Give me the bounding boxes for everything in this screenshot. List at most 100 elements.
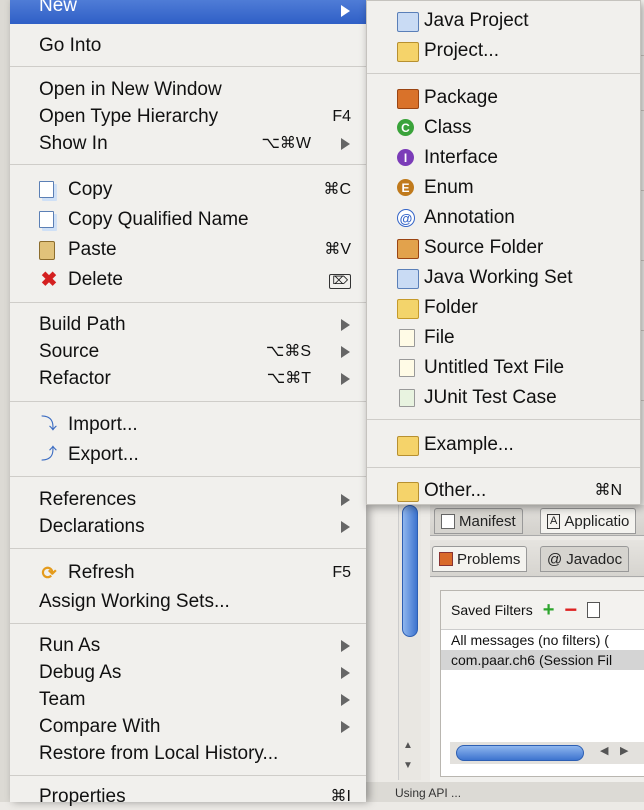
- submenu-item-package[interactable]: Package: [367, 84, 640, 112]
- context-menu: New Go Into Open in New Window Open Type…: [10, 0, 366, 807]
- enum-icon: E: [397, 179, 414, 196]
- add-filter-icon[interactable]: +: [543, 600, 555, 620]
- vertical-scrollbar[interactable]: ▲ ▼: [398, 505, 421, 780]
- menu-item-show-in[interactable]: Show In ⌥⌘W: [10, 131, 366, 157]
- working-set-icon: [397, 269, 419, 289]
- junit-icon: [399, 389, 415, 407]
- scroll-right-icon[interactable]: ▶: [620, 744, 628, 757]
- remove-filter-icon[interactable]: −: [564, 599, 577, 621]
- menu-item-debug-as[interactable]: Debug As: [10, 660, 366, 686]
- submenu-arrow-icon: [341, 5, 350, 17]
- submenu-arrow-icon: [341, 667, 350, 679]
- at-sign-icon: @: [547, 550, 563, 568]
- horizontal-scrollbar[interactable]: ◀ ▶: [450, 742, 644, 764]
- tab-manifest[interactable]: Manifest: [434, 508, 523, 534]
- separator: [10, 548, 366, 549]
- project-icon: [397, 42, 419, 62]
- submenu-item-interface[interactable]: I Interface: [367, 144, 640, 172]
- application-icon: A: [547, 513, 561, 529]
- shortcut: ⌥⌘W: [261, 135, 311, 152]
- menu-item-delete[interactable]: ✖ Delete ⌦: [10, 267, 366, 293]
- import-icon: ⤵: [40, 416, 57, 433]
- tab-problems[interactable]: Problems: [432, 546, 528, 572]
- menu-item-references[interactable]: References: [10, 487, 366, 513]
- submenu-item-example[interactable]: Example...: [367, 431, 640, 459]
- separator: [367, 419, 640, 420]
- menu-item-assign-working-sets[interactable]: Assign Working Sets...: [10, 589, 366, 615]
- separator: [10, 66, 366, 67]
- refresh-icon: ⟳: [41, 563, 57, 583]
- submenu-item-junit-test-case[interactable]: JUnit Test Case: [367, 384, 640, 412]
- shortcut: ⌘N: [594, 482, 622, 499]
- paste-icon: [39, 241, 55, 260]
- filter-row-all[interactable]: All messages (no filters) (: [441, 630, 644, 650]
- menu-item-properties[interactable]: Properties ⌘I: [10, 784, 366, 810]
- separator: [10, 775, 366, 776]
- menu-item-export[interactable]: ⤴ Export...: [10, 442, 366, 468]
- submenu-item-enum[interactable]: E Enum: [367, 174, 640, 202]
- submenu-arrow-icon: [341, 640, 350, 652]
- shortcut: ⌘I: [330, 788, 351, 805]
- horizontal-scroll-thumb[interactable]: [456, 745, 584, 761]
- saved-filters-header: Saved Filters + −: [441, 591, 644, 630]
- scroll-left-icon[interactable]: ◀: [600, 744, 608, 757]
- shortcut: ⌘C: [323, 181, 351, 198]
- problems-icon: [439, 552, 453, 566]
- shortcut: ⌥⌘S: [265, 343, 311, 360]
- scroll-up-icon[interactable]: ▲: [403, 740, 413, 751]
- submenu-arrow-icon: [341, 138, 350, 150]
- delete-icon: ✖: [40, 269, 58, 291]
- filter-row-session[interactable]: com.paar.ch6 (Session Fil: [441, 650, 644, 670]
- class-icon: C: [397, 119, 414, 136]
- menu-item-refresh[interactable]: ⟳ Refresh F5: [10, 560, 366, 586]
- java-project-icon: [397, 12, 419, 32]
- menu-item-paste[interactable]: Paste ⌘V: [10, 237, 366, 263]
- submenu-item-annotation[interactable]: @ Annotation: [367, 204, 640, 232]
- submenu-item-file[interactable]: File: [367, 324, 640, 352]
- new-submenu: Java Project Project... Package C Class …: [366, 0, 641, 505]
- submenu-item-untitled-text-file[interactable]: Untitled Text File: [367, 354, 640, 382]
- vertical-scroll-thumb[interactable]: [402, 505, 418, 637]
- text-file-icon: [399, 359, 415, 377]
- submenu-item-other[interactable]: Other... ⌘N: [367, 477, 640, 505]
- source-folder-icon: [397, 239, 419, 259]
- menu-item-build-path[interactable]: Build Path: [10, 312, 366, 338]
- separator: [367, 467, 640, 468]
- menu-item-restore-local-history[interactable]: Restore from Local History...: [10, 741, 366, 767]
- folder-icon: [397, 299, 419, 319]
- submenu-arrow-icon: [341, 721, 350, 733]
- shortcut: ⌘V: [324, 241, 351, 258]
- menu-item-team[interactable]: Team: [10, 687, 366, 713]
- manifest-icon: [441, 513, 455, 529]
- menu-item-refactor[interactable]: Refactor ⌥⌘T: [10, 366, 366, 392]
- edit-filter-icon[interactable]: [587, 602, 601, 618]
- submenu-item-java-project[interactable]: Java Project: [367, 7, 640, 35]
- tab-application[interactable]: A Applicatio: [540, 508, 637, 534]
- submenu-item-class[interactable]: C Class: [367, 114, 640, 142]
- menu-item-copy[interactable]: Copy ⌘C: [10, 177, 366, 203]
- submenu-item-folder[interactable]: Folder: [367, 294, 640, 322]
- separator: [10, 401, 366, 402]
- menu-item-source[interactable]: Source ⌥⌘S: [10, 339, 366, 365]
- menu-item-go-into[interactable]: Go Into: [10, 33, 366, 59]
- submenu-item-project[interactable]: Project...: [367, 37, 640, 65]
- separator: [10, 302, 366, 303]
- tab-javadoc[interactable]: @ Javadoc: [540, 546, 630, 572]
- submenu-arrow-icon: [341, 494, 350, 506]
- scroll-down-icon[interactable]: ▼: [403, 760, 413, 771]
- menu-item-import[interactable]: ⤵ Import...: [10, 412, 366, 438]
- package-icon: [397, 89, 419, 109]
- submenu-item-java-working-set[interactable]: Java Working Set: [367, 264, 640, 292]
- menu-item-new[interactable]: New: [10, 0, 366, 24]
- menu-item-copy-qualified-name[interactable]: Copy Qualified Name: [10, 207, 366, 233]
- menu-item-open-new-window[interactable]: Open in New Window: [10, 77, 366, 103]
- submenu-arrow-icon: [341, 373, 350, 385]
- menu-item-open-type-hierarchy[interactable]: Open Type Hierarchy F4: [10, 104, 366, 130]
- other-wizard-icon: [397, 482, 419, 502]
- menu-item-declarations[interactable]: Declarations: [10, 514, 366, 540]
- menu-item-compare-with[interactable]: Compare With: [10, 714, 366, 740]
- submenu-item-source-folder[interactable]: Source Folder: [367, 234, 640, 262]
- copy-qualified-icon: [39, 211, 54, 228]
- menu-item-run-as[interactable]: Run As: [10, 633, 366, 659]
- submenu-arrow-icon: [341, 319, 350, 331]
